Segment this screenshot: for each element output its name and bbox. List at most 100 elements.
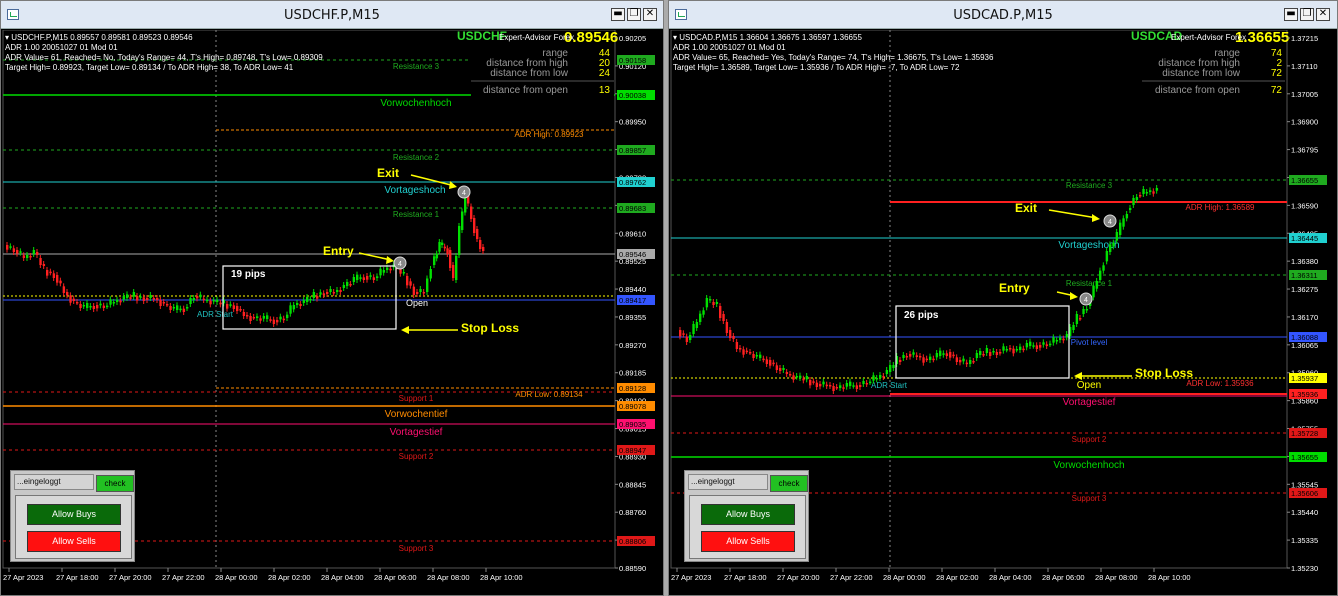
window-titlebar[interactable]: USDCHF.P,M15 ▬ ❐ ✕ bbox=[1, 1, 663, 29]
candle-body bbox=[312, 292, 316, 298]
candle-body bbox=[1139, 195, 1142, 197]
candle-body bbox=[849, 381, 852, 386]
candle-body bbox=[359, 277, 362, 279]
candle-body bbox=[189, 298, 192, 304]
adr-value-line: ADR Value= 61, Reached= No, Today's Rang… bbox=[5, 53, 323, 62]
maximize-button[interactable]: ❐ bbox=[1300, 8, 1314, 21]
candle-body bbox=[19, 251, 22, 253]
candle-body bbox=[1065, 334, 1069, 338]
minimize-button[interactable]: ▬ bbox=[1284, 8, 1298, 21]
x-tick-label: 27 Apr 22:00 bbox=[162, 573, 205, 582]
y-tick-label: 0.89610 bbox=[619, 229, 646, 238]
price-tag-label: 1.36655 bbox=[1291, 176, 1318, 185]
candle-body bbox=[919, 356, 922, 358]
close-button[interactable]: ✕ bbox=[643, 8, 657, 21]
minimize-button[interactable]: ▬ bbox=[611, 8, 625, 21]
candle-body bbox=[1085, 309, 1089, 311]
candle-body bbox=[862, 381, 865, 384]
allow-buys-button[interactable]: Allow Buys bbox=[701, 504, 795, 525]
y-tick-label: 1.37005 bbox=[1291, 90, 1318, 99]
check-button[interactable]: check bbox=[96, 475, 134, 492]
allow-sells-button[interactable]: Allow Sells bbox=[27, 531, 121, 552]
allow-sells-button[interactable]: Allow Sells bbox=[701, 531, 795, 552]
x-tick-label: 27 Apr 18:00 bbox=[56, 573, 99, 582]
price-tag-label: 0.90158 bbox=[619, 56, 646, 65]
candle-body bbox=[802, 378, 805, 381]
candle-body bbox=[1079, 318, 1082, 320]
candle-body bbox=[859, 385, 862, 387]
candle-body bbox=[476, 229, 479, 239]
candle-body bbox=[146, 298, 149, 300]
price-tag-label: 0.88947 bbox=[619, 446, 646, 455]
symbol-line: ▾ USDCAD.P,M15 1.36604 1.36675 1.36597 1… bbox=[673, 33, 862, 42]
check-button[interactable]: check bbox=[770, 475, 808, 492]
candle-body bbox=[326, 292, 329, 294]
stats-panel: range 44 distance from high 20 distance … bbox=[471, 44, 614, 98]
pips-label: 19 pips bbox=[231, 269, 266, 280]
candle-body bbox=[209, 300, 212, 305]
window-titlebar[interactable]: USDCAD.P,M15 ▬ ❐ ✕ bbox=[669, 1, 1337, 29]
candle-body bbox=[1132, 198, 1135, 205]
pips-label: 26 pips bbox=[904, 310, 939, 321]
candle-body bbox=[689, 335, 692, 340]
candle-body bbox=[715, 302, 719, 304]
stat-label-from-low: distance from low bbox=[490, 68, 569, 79]
allow-buys-button[interactable]: Allow Buys bbox=[27, 504, 121, 525]
price-tag-label: 1.35728 bbox=[1291, 429, 1318, 438]
entry-arrowhead bbox=[1070, 292, 1078, 300]
candle-body bbox=[1155, 188, 1159, 191]
x-tick-label: 28 Apr 00:00 bbox=[883, 573, 926, 582]
maximize-button[interactable]: ❐ bbox=[627, 8, 641, 21]
y-tick-label: 0.89440 bbox=[619, 285, 646, 294]
price-tag-label: 0.89857 bbox=[619, 146, 646, 155]
close-button[interactable]: ✕ bbox=[1316, 8, 1330, 21]
candle-body bbox=[1019, 346, 1022, 350]
candle-body bbox=[449, 250, 452, 268]
candle-body bbox=[236, 306, 239, 311]
candle-body bbox=[845, 383, 849, 387]
candle-body bbox=[809, 380, 812, 386]
trade-control-panel: ...eingeloggt check Allow Buys Allow Sel… bbox=[684, 470, 809, 562]
y-tick-label: 1.36380 bbox=[1291, 257, 1318, 266]
x-tick-label: 28 Apr 02:00 bbox=[936, 573, 979, 582]
chart-window-usdcad[interactable]: USDCAD.P,M15 ▬ ❐ ✕ Resistance 3 ADR High… bbox=[668, 0, 1338, 596]
candle-body bbox=[709, 299, 712, 301]
candle-body bbox=[935, 353, 939, 358]
candle-body bbox=[1005, 349, 1009, 351]
price-tag-label: 0.89417 bbox=[619, 296, 646, 305]
candle-body bbox=[1009, 348, 1012, 350]
candle-body bbox=[319, 292, 322, 295]
candle-body bbox=[1039, 345, 1042, 348]
chart-info: ▾ USDCHF.P,M15 0.89557 0.89581 0.89523 0… bbox=[5, 33, 323, 73]
chart-window-usdchf[interactable]: USDCHF.P,M15 ▬ ❐ ✕ Resistance 3 Vorwoche… bbox=[0, 0, 664, 596]
candle-body bbox=[775, 365, 779, 370]
y-tick-label: 1.36065 bbox=[1291, 341, 1318, 350]
x-axis: 27 Apr 2023 27 Apr 18:00 27 Apr 20:00 27 Ap… bbox=[3, 568, 523, 582]
candle-body bbox=[855, 385, 859, 389]
panel-inner: Allow Buys Allow Sells bbox=[689, 495, 806, 559]
candle-body bbox=[1135, 197, 1139, 200]
candle-body bbox=[12, 248, 16, 252]
candle-body bbox=[975, 353, 979, 358]
candle-body bbox=[1149, 190, 1152, 192]
candle-body bbox=[336, 290, 339, 292]
candle-body bbox=[932, 358, 935, 361]
candle-body bbox=[692, 324, 695, 334]
candle-body bbox=[229, 304, 232, 306]
entry-marker-label: 4 bbox=[1084, 297, 1088, 304]
candle-body bbox=[412, 286, 416, 295]
price-tag-label: 0.89035 bbox=[619, 420, 646, 429]
pivot-label: Pivot level bbox=[1071, 338, 1108, 347]
y-tick-label: 1.37215 bbox=[1291, 34, 1318, 43]
candle-body bbox=[695, 322, 699, 328]
candle-body bbox=[752, 354, 755, 358]
candle-body bbox=[119, 300, 122, 303]
candle-body bbox=[79, 304, 82, 308]
candle-body bbox=[795, 376, 799, 378]
candle-body bbox=[166, 304, 169, 306]
candle-body bbox=[1042, 342, 1045, 345]
y-tick-label: 1.35545 bbox=[1291, 480, 1318, 489]
price-tag-label: 0.89078 bbox=[619, 402, 646, 411]
candle-body bbox=[192, 298, 196, 300]
candle-body bbox=[16, 250, 19, 254]
